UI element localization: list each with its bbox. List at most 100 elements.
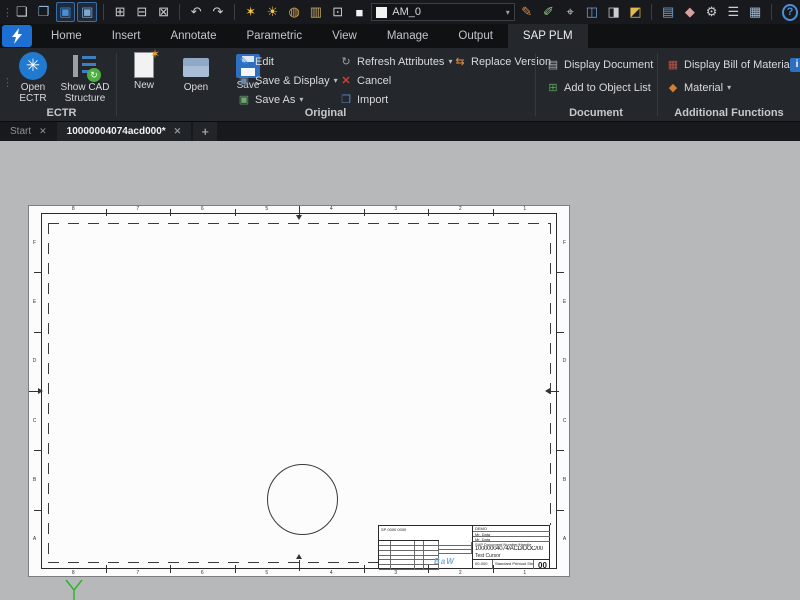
publish-icon[interactable]: ⊠	[154, 2, 174, 22]
layer-combo[interactable]: AM_0▾	[371, 3, 515, 21]
info-icon: i	[790, 58, 800, 72]
grid-letter-right: C	[560, 418, 569, 425]
undo-icon[interactable]: ↶	[186, 2, 206, 22]
doc-tab-start[interactable]: Start ✕	[0, 122, 57, 141]
redo-icon[interactable]: ↷	[208, 2, 228, 22]
cancel-x-icon: ✕	[339, 74, 353, 88]
open-button[interactable]: Open	[173, 48, 219, 93]
light-bulb-icon[interactable]: ✶	[241, 2, 261, 22]
drawing-canvas[interactable]: SP 0000 0000 BaW DEMO Mr. Data Mr. Data …	[0, 141, 800, 600]
ribbon-tab-manage[interactable]: Manage	[372, 24, 444, 48]
app-logo[interactable]	[2, 25, 32, 47]
show-cad-structure-button[interactable]: ↻ Show CADStructure	[62, 48, 108, 104]
cancel-button[interactable]: ✕ Cancel	[339, 72, 443, 89]
open-file-icon[interactable]: ❐	[34, 2, 54, 22]
help-icon[interactable]: ?	[782, 4, 798, 21]
ribbon-tab-output[interactable]: Output	[443, 24, 508, 48]
color-swatch-icon[interactable]: ■	[350, 2, 370, 22]
save-as-button[interactable]: ▣ Save As ▾	[237, 91, 329, 108]
ribbon-tab-home[interactable]: Home	[36, 24, 97, 48]
match-properties-icon[interactable]: ✎	[517, 2, 537, 22]
ribbon-tab-insert[interactable]: Insert	[97, 24, 156, 48]
save-and-display-button[interactable]: ▣ Save & Display ▾	[237, 72, 329, 89]
about-button[interactable]: i About	[790, 56, 800, 73]
ribbon-tab-parametric[interactable]: Parametric	[232, 24, 318, 48]
tab-label: Start	[10, 126, 31, 137]
open-ectr-button[interactable]: ✳ OpenECTR	[10, 48, 56, 104]
panels-icon[interactable]: ▤	[658, 2, 678, 22]
new-file-icon[interactable]: ❏	[12, 2, 32, 22]
button-label: Edit	[255, 56, 274, 68]
save-icon[interactable]: ▣	[56, 2, 76, 22]
grid-tick-top	[106, 209, 107, 216]
close-icon[interactable]: ✕	[39, 126, 47, 137]
grid-letter-left: A	[30, 536, 39, 543]
grid-number-top: 3	[392, 206, 400, 213]
settings-gears-icon[interactable]: ⚙	[702, 2, 722, 22]
new-document-tab-button[interactable]: +	[193, 122, 217, 141]
plot-margin-dashed-bottom	[48, 562, 378, 563]
save-as-icon[interactable]: ▣	[77, 2, 97, 22]
plot-icon[interactable]: ⊟	[132, 2, 152, 22]
lightning-icon	[10, 28, 24, 44]
chevron-down-icon: ▾	[506, 8, 510, 17]
button-label: Material	[684, 82, 723, 94]
application-window: ⋮ ❏❐▣▣⊞⊟⊠↶↷✶☀◍▥⊡■AM_0▾✎✐⌖◫◨◩▤◆⚙☰▦? HomeI…	[0, 0, 800, 600]
layer-state-icon[interactable]: ◍	[284, 2, 304, 22]
grid-tick-top	[170, 209, 171, 216]
deselect-icon[interactable]: ◨	[604, 2, 624, 22]
toolbar-grip-icon[interactable]: ⋮	[2, 6, 10, 19]
title-block-mid-rows	[439, 542, 472, 554]
ribbon-grip-icon[interactable]: ⋮	[2, 76, 10, 89]
grid-number-bottom: 1	[521, 570, 529, 577]
grid-tick-bottom	[493, 565, 494, 573]
layer-box-icon[interactable]: ▥	[306, 2, 326, 22]
ribbon-group-document: ▤ Display Document ⊞ Add to Object List …	[536, 48, 656, 121]
grid-tick-left	[34, 510, 42, 511]
isolate-entities-icon[interactable]: ◩	[626, 2, 646, 22]
eraser-icon[interactable]: ◆	[680, 2, 700, 22]
select-on-icon[interactable]: ◫	[582, 2, 602, 22]
grid-tick-bottom	[170, 565, 171, 573]
button-label: Display Bill of Material	[684, 59, 792, 71]
drawing-circle[interactable]	[267, 464, 338, 535]
import-button[interactable]: ❒ Import	[339, 91, 443, 108]
eyedropper-icon[interactable]: ✐	[539, 2, 559, 22]
centering-mark	[296, 215, 302, 220]
ribbon-tab-annotate[interactable]: Annotate	[155, 24, 231, 48]
doc-tab-active-drawing[interactable]: 10000004074acd000* ✕	[57, 122, 192, 141]
display-document-button[interactable]: ▤ Display Document	[546, 56, 653, 73]
ribbon-tab-sap-plm[interactable]: SAP PLM	[508, 24, 588, 48]
close-icon[interactable]: ✕	[174, 126, 182, 137]
sun-icon[interactable]: ☀	[263, 2, 283, 22]
title-block: SP 0000 0000 BaW DEMO Mr. Data Mr. Data …	[378, 525, 550, 569]
open-folder-icon	[183, 58, 209, 77]
grid-number-top: 7	[134, 206, 142, 213]
title-block-header-text: SP 0000 0000	[381, 527, 406, 532]
grid-letter-right: B	[560, 477, 569, 484]
bill-of-material-icon: ▦	[666, 58, 680, 72]
drawing-explorer-icon[interactable]: ☰	[723, 2, 743, 22]
display-bom-button[interactable]: ▦ Display Bill of Material ▾	[666, 56, 800, 73]
title-block-info: DEMO Mr. Data Mr. Data SAP Document Numb…	[472, 526, 550, 569]
select-entities-icon[interactable]: ⌖	[560, 2, 580, 22]
grid-number-bottom: 8	[69, 570, 77, 577]
image-icon[interactable]: ▦	[745, 2, 765, 22]
grid-tick-top	[493, 209, 494, 216]
layer-print-icon[interactable]: ⊡	[328, 2, 348, 22]
add-to-object-list-button[interactable]: ⊞ Add to Object List	[546, 79, 653, 96]
ribbon-tab-view[interactable]: View	[317, 24, 372, 48]
plot-preview-icon[interactable]: ⊞	[110, 2, 130, 22]
new-button[interactable]: ✶ New	[121, 48, 167, 93]
replace-version-icon: ⇆	[453, 55, 467, 69]
ribbon-tab-bar: HomeInsertAnnotateParametricViewManageOu…	[0, 24, 800, 48]
pencil-icon: ✎	[237, 55, 251, 69]
grid-letter-left: F	[30, 240, 39, 247]
ribbon-group-original: ✶ New Open Save ✎ Edit	[117, 48, 534, 121]
grid-number-bottom: 6	[198, 570, 206, 577]
grid-number-top: 4	[327, 206, 335, 213]
material-button[interactable]: ◆ Material ▾	[666, 79, 800, 96]
edit-button[interactable]: ✎ Edit	[237, 53, 329, 70]
button-label: Show CADStructure	[61, 82, 110, 104]
refresh-attributes-button[interactable]: ↻ Refresh Attributes ▾	[339, 53, 443, 70]
